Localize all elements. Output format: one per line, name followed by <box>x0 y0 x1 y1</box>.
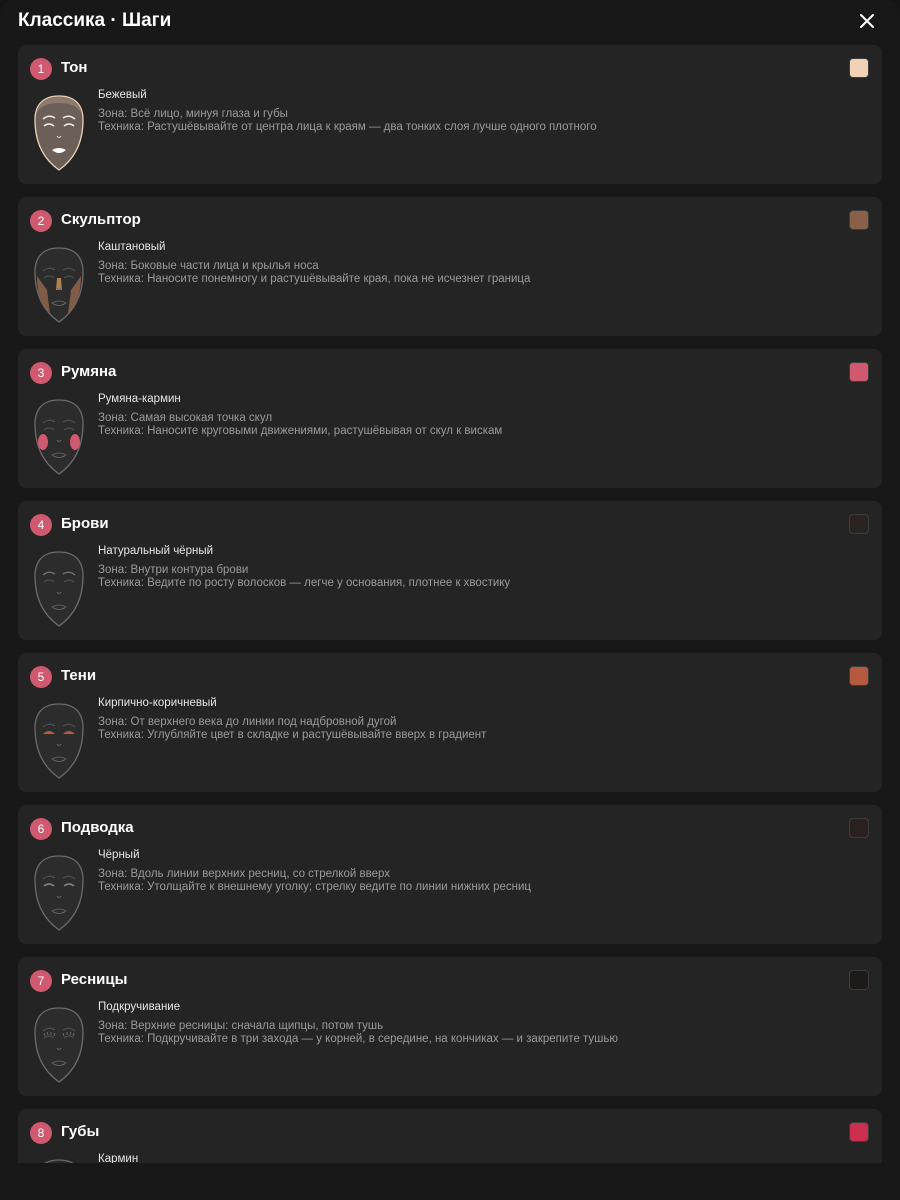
step-title: Подводка <box>61 819 134 836</box>
step-shade: Бежевый <box>98 89 147 101</box>
steps-sheet: Классика · Шаги 1 Тон Бежевый Зона: Всё … <box>0 0 900 1200</box>
sheet-header: Классика · Шаги <box>0 0 900 42</box>
step-technique: Техника: Наносите понемногу и растушёвыв… <box>98 273 531 285</box>
color-swatch <box>849 362 869 382</box>
step-number-badge: 5 <box>30 666 52 688</box>
step-number-badge: 1 <box>30 58 52 80</box>
step-card[interactable]: 8 Губы Кармин <box>18 1109 882 1163</box>
step-shade: Кармин <box>98 1153 139 1163</box>
step-number-badge: 7 <box>30 970 52 992</box>
step-shade: Чёрный <box>98 849 140 861</box>
step-title: Тон <box>61 59 88 76</box>
step-card[interactable]: 5 Тени Кирпично-коричневый Зона: От верх… <box>18 653 882 792</box>
step-zone: Зона: Всё лицо, минуя глаза и губы <box>98 108 288 120</box>
step-shade: Каштановый <box>98 241 166 253</box>
step-card[interactable]: 1 Тон Бежевый Зона: Всё лицо, минуя глаз… <box>18 45 882 184</box>
bottom-area <box>0 1163 900 1200</box>
step-zone: Зона: Самая высокая точка скул <box>98 412 273 424</box>
step-shade: Подкручивание <box>98 1001 181 1013</box>
face-brows-icon <box>26 548 92 630</box>
step-shade: Натуральный чёрный <box>98 545 214 557</box>
step-card[interactable]: 7 Ресницы Подкручивание Зона: Верхние ре… <box>18 957 882 1096</box>
step-zone: Зона: Боковые части лица и крылья носа <box>98 260 319 272</box>
color-swatch <box>849 970 869 990</box>
face-eyeliner-icon <box>26 852 92 934</box>
step-technique: Техника: Углубляйте цвет в складке и рас… <box>98 729 487 741</box>
sheet-title: Классика · Шаги <box>18 10 172 31</box>
step-number-badge: 2 <box>30 210 52 232</box>
step-number-badge: 3 <box>30 362 52 384</box>
steps-list[interactable]: 1 Тон Бежевый Зона: Всё лицо, минуя глаз… <box>18 45 882 1163</box>
step-zone: Зона: Внутри контура брови <box>98 564 249 576</box>
close-icon <box>860 14 874 28</box>
step-card[interactable]: 2 Скульптор Каштановый Зона: Боковые час… <box>18 197 882 336</box>
step-title: Ресницы <box>61 971 128 988</box>
step-number-badge: 8 <box>30 1122 52 1144</box>
step-card[interactable]: 4 Брови Натуральный чёрный Зона: Внутри … <box>18 501 882 640</box>
face-blush-icon <box>26 396 92 478</box>
color-swatch <box>849 1122 869 1142</box>
step-shade: Румяна-кармин <box>98 393 181 405</box>
close-button[interactable] <box>856 10 878 32</box>
color-swatch <box>849 666 869 686</box>
step-technique: Техника: Подкручивайте в три захода — у … <box>98 1033 619 1045</box>
step-zone: Зона: Верхние ресницы: сначала щипцы, по… <box>98 1020 384 1032</box>
color-swatch <box>849 210 869 230</box>
step-number-badge: 4 <box>30 514 52 536</box>
step-shade: Кирпично-коричневый <box>98 697 217 709</box>
face-eyeshadow-icon <box>26 700 92 782</box>
step-zone: Зона: Вдоль линии верхних ресниц, со стр… <box>98 868 390 880</box>
face-foundation-icon <box>26 92 92 174</box>
step-zone: Зона: От верхнего века до линии под надб… <box>98 716 397 728</box>
step-title: Тени <box>61 667 97 684</box>
color-swatch <box>849 818 869 838</box>
color-swatch <box>849 58 869 78</box>
step-title: Брови <box>61 515 109 532</box>
step-technique: Техника: Наносите круговыми движениями, … <box>98 425 503 437</box>
step-technique: Техника: Ведите по росту волосков — легч… <box>98 577 511 589</box>
step-number-badge: 6 <box>30 818 52 840</box>
step-card[interactable]: 6 Подводка Чёрный Зона: Вдоль линии верх… <box>18 805 882 944</box>
step-technique: Техника: Утолщайте к внешнему уголку; ст… <box>98 881 531 893</box>
step-card[interactable]: 3 Румяна Румяна-кармин Зона: Самая высок… <box>18 349 882 488</box>
face-lips-icon <box>26 1156 92 1163</box>
face-lashes-icon <box>26 1004 92 1086</box>
step-title: Румяна <box>61 363 117 380</box>
face-contour-icon <box>26 244 92 326</box>
step-title: Губы <box>61 1123 100 1140</box>
step-technique: Техника: Растушёвывайте от центра лица к… <box>98 121 597 133</box>
step-title: Скульптор <box>61 211 141 228</box>
color-swatch <box>849 514 869 534</box>
